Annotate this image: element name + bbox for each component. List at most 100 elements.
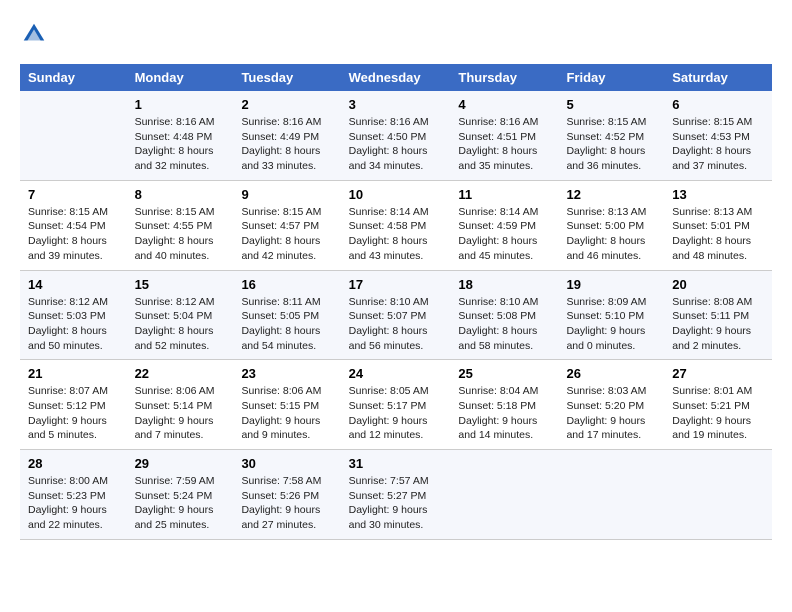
calendar-cell: 25 Sunrise: 8:04 AMSunset: 5:18 PMDayligh…: [450, 360, 558, 450]
calendar-week-2: 7 Sunrise: 8:15 AMSunset: 4:54 PMDaylight…: [20, 180, 772, 270]
calendar-cell: 5 Sunrise: 8:15 AMSunset: 4:52 PMDaylight…: [558, 91, 664, 180]
day-number: 31: [349, 456, 443, 471]
column-header-tuesday: Tuesday: [233, 64, 340, 91]
day-info: Sunrise: 7:58 AMSunset: 5:26 PMDaylight:…: [241, 475, 321, 531]
day-number: 2: [241, 97, 332, 112]
page-header: [20, 20, 772, 48]
day-number: 12: [566, 187, 656, 202]
calendar-cell: 19 Sunrise: 8:09 AMSunset: 5:10 PMDayligh…: [558, 270, 664, 360]
day-number: 9: [241, 187, 332, 202]
calendar-cell: 2 Sunrise: 8:16 AMSunset: 4:49 PMDaylight…: [233, 91, 340, 180]
calendar-cell: 21 Sunrise: 8:07 AMSunset: 5:12 PMDayligh…: [20, 360, 127, 450]
day-info: Sunrise: 8:11 AMSunset: 5:05 PMDaylight:…: [241, 296, 320, 352]
day-number: 24: [349, 366, 443, 381]
day-info: Sunrise: 8:12 AMSunset: 5:04 PMDaylight:…: [135, 296, 215, 352]
day-number: 1: [135, 97, 226, 112]
day-number: 25: [458, 366, 550, 381]
calendar-cell: 31 Sunrise: 7:57 AMSunset: 5:27 PMDayligh…: [341, 450, 451, 540]
calendar-cell: 17 Sunrise: 8:10 AMSunset: 5:07 PMDayligh…: [341, 270, 451, 360]
day-info: Sunrise: 7:59 AMSunset: 5:24 PMDaylight:…: [135, 475, 215, 531]
day-info: Sunrise: 8:12 AMSunset: 5:03 PMDaylight:…: [28, 296, 108, 352]
calendar-table: SundayMondayTuesdayWednesdayThursdayFrid…: [20, 64, 772, 540]
day-info: Sunrise: 8:09 AMSunset: 5:10 PMDaylight:…: [566, 296, 646, 352]
column-header-friday: Friday: [558, 64, 664, 91]
day-info: Sunrise: 8:16 AMSunset: 4:49 PMDaylight:…: [241, 116, 321, 172]
column-header-sunday: Sunday: [20, 64, 127, 91]
day-number: 10: [349, 187, 443, 202]
column-header-saturday: Saturday: [664, 64, 772, 91]
day-info: Sunrise: 8:01 AMSunset: 5:21 PMDaylight:…: [672, 385, 752, 441]
day-info: Sunrise: 8:03 AMSunset: 5:20 PMDaylight:…: [566, 385, 646, 441]
calendar-header-row: SundayMondayTuesdayWednesdayThursdayFrid…: [20, 64, 772, 91]
calendar-cell: 4 Sunrise: 8:16 AMSunset: 4:51 PMDaylight…: [450, 91, 558, 180]
day-info: Sunrise: 8:07 AMSunset: 5:12 PMDaylight:…: [28, 385, 108, 441]
day-info: Sunrise: 8:15 AMSunset: 4:53 PMDaylight:…: [672, 116, 752, 172]
day-number: 29: [135, 456, 226, 471]
calendar-cell: [450, 450, 558, 540]
day-number: 23: [241, 366, 332, 381]
day-info: Sunrise: 8:06 AMSunset: 5:15 PMDaylight:…: [241, 385, 321, 441]
day-info: Sunrise: 8:04 AMSunset: 5:18 PMDaylight:…: [458, 385, 538, 441]
day-number: 14: [28, 277, 119, 292]
calendar-week-1: 1 Sunrise: 8:16 AMSunset: 4:48 PMDaylight…: [20, 91, 772, 180]
column-header-thursday: Thursday: [450, 64, 558, 91]
calendar-cell: [558, 450, 664, 540]
calendar-week-4: 21 Sunrise: 8:07 AMSunset: 5:12 PMDayligh…: [20, 360, 772, 450]
day-number: 20: [672, 277, 764, 292]
day-info: Sunrise: 8:16 AMSunset: 4:48 PMDaylight:…: [135, 116, 215, 172]
day-number: 28: [28, 456, 119, 471]
calendar-cell: 22 Sunrise: 8:06 AMSunset: 5:14 PMDayligh…: [127, 360, 234, 450]
calendar-cell: 3 Sunrise: 8:16 AMSunset: 4:50 PMDaylight…: [341, 91, 451, 180]
calendar-cell: 28 Sunrise: 8:00 AMSunset: 5:23 PMDayligh…: [20, 450, 127, 540]
day-info: Sunrise: 8:10 AMSunset: 5:08 PMDaylight:…: [458, 296, 538, 352]
day-number: 13: [672, 187, 764, 202]
day-info: Sunrise: 8:00 AMSunset: 5:23 PMDaylight:…: [28, 475, 108, 531]
day-number: 4: [458, 97, 550, 112]
logo: [20, 20, 52, 48]
day-number: 22: [135, 366, 226, 381]
day-info: Sunrise: 8:15 AMSunset: 4:54 PMDaylight:…: [28, 206, 108, 262]
day-info: Sunrise: 8:14 AMSunset: 4:59 PMDaylight:…: [458, 206, 538, 262]
day-number: 27: [672, 366, 764, 381]
day-info: Sunrise: 7:57 AMSunset: 5:27 PMDaylight:…: [349, 475, 429, 531]
calendar-cell: 18 Sunrise: 8:10 AMSunset: 5:08 PMDayligh…: [450, 270, 558, 360]
day-info: Sunrise: 8:16 AMSunset: 4:51 PMDaylight:…: [458, 116, 538, 172]
column-header-monday: Monday: [127, 64, 234, 91]
day-number: 18: [458, 277, 550, 292]
day-number: 5: [566, 97, 656, 112]
day-number: 16: [241, 277, 332, 292]
day-info: Sunrise: 8:13 AMSunset: 5:00 PMDaylight:…: [566, 206, 646, 262]
day-number: 21: [28, 366, 119, 381]
calendar-cell: 10Sunrise: 8:14 AMSunset: 4:58 PMDayligh…: [341, 180, 451, 270]
calendar-week-3: 14 Sunrise: 8:12 AMSunset: 5:03 PMDayligh…: [20, 270, 772, 360]
day-info: Sunrise: 8:06 AMSunset: 5:14 PMDaylight:…: [135, 385, 215, 441]
calendar-cell: 8 Sunrise: 8:15 AMSunset: 4:55 PMDaylight…: [127, 180, 234, 270]
day-info: Sunrise: 8:05 AMSunset: 5:17 PMDaylight:…: [349, 385, 429, 441]
calendar-cell: 23 Sunrise: 8:06 AMSunset: 5:15 PMDayligh…: [233, 360, 340, 450]
calendar-cell: 1 Sunrise: 8:16 AMSunset: 4:48 PMDaylight…: [127, 91, 234, 180]
day-number: 7: [28, 187, 119, 202]
day-number: 17: [349, 277, 443, 292]
calendar-week-5: 28 Sunrise: 8:00 AMSunset: 5:23 PMDayligh…: [20, 450, 772, 540]
calendar-cell: 24 Sunrise: 8:05 AMSunset: 5:17 PMDayligh…: [341, 360, 451, 450]
calendar-cell: 14 Sunrise: 8:12 AMSunset: 5:03 PMDayligh…: [20, 270, 127, 360]
logo-icon: [20, 20, 48, 48]
calendar-cell: 16 Sunrise: 8:11 AMSunset: 5:05 PMDayligh…: [233, 270, 340, 360]
calendar-cell: [664, 450, 772, 540]
day-number: 8: [135, 187, 226, 202]
day-info: Sunrise: 8:15 AMSunset: 4:55 PMDaylight:…: [135, 206, 215, 262]
day-number: 19: [566, 277, 656, 292]
day-number: 15: [135, 277, 226, 292]
day-info: Sunrise: 8:13 AMSunset: 5:01 PMDaylight:…: [672, 206, 752, 262]
day-number: 11: [458, 187, 550, 202]
day-info: Sunrise: 8:16 AMSunset: 4:50 PMDaylight:…: [349, 116, 429, 172]
calendar-cell: 15 Sunrise: 8:12 AMSunset: 5:04 PMDayligh…: [127, 270, 234, 360]
day-info: Sunrise: 8:15 AMSunset: 4:57 PMDaylight:…: [241, 206, 321, 262]
day-number: 3: [349, 97, 443, 112]
day-info: Sunrise: 8:08 AMSunset: 5:11 PMDaylight:…: [672, 296, 752, 352]
day-info: Sunrise: 8:15 AMSunset: 4:52 PMDaylight:…: [566, 116, 646, 172]
day-info: Sunrise: 8:10 AMSunset: 5:07 PMDaylight:…: [349, 296, 429, 352]
calendar-cell: 7 Sunrise: 8:15 AMSunset: 4:54 PMDaylight…: [20, 180, 127, 270]
calendar-cell: 6Sunrise: 8:15 AMSunset: 4:53 PMDaylight…: [664, 91, 772, 180]
calendar-cell: 26Sunrise: 8:03 AMSunset: 5:20 PMDayligh…: [558, 360, 664, 450]
